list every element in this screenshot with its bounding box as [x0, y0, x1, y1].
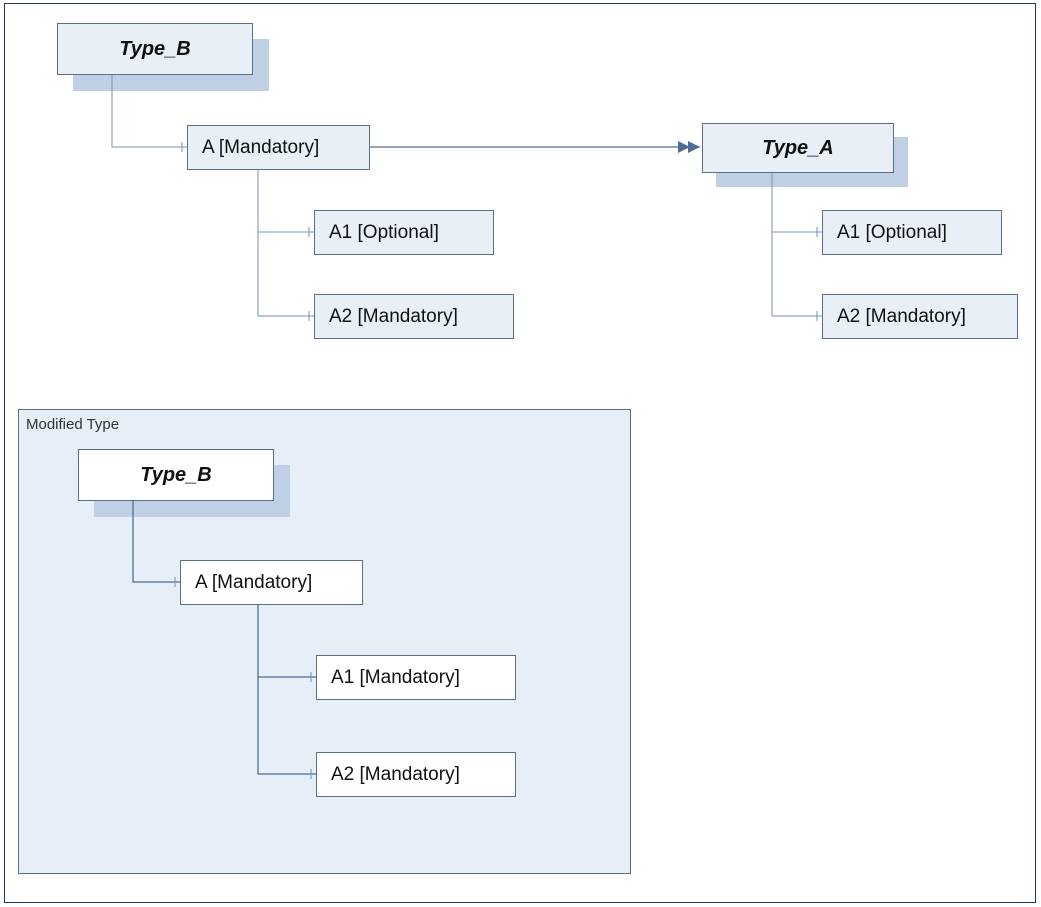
node-a2-label: A2 [Mandatory] — [329, 306, 458, 328]
panel-node-a1-label: A1 [Mandatory] — [331, 667, 460, 689]
type-b-box: Type_B — [57, 23, 253, 75]
node-a: A [Mandatory] — [187, 125, 370, 170]
panel-node-a2-label: A2 [Mandatory] — [331, 764, 460, 786]
node-a2: A2 [Mandatory] — [314, 294, 514, 339]
ta-node-a1: A1 [Optional] — [822, 210, 1002, 255]
panel-type-b-box: Type_B — [78, 449, 274, 501]
panel-node-a: A [Mandatory] — [180, 560, 363, 605]
type-a-label: Type_A — [762, 137, 834, 160]
ta-node-a1-label: A1 [Optional] — [837, 222, 947, 244]
diagram-frame: Type_B A [Mandatory] A1 [Optional] A2 [M… — [0, 0, 1041, 907]
type-b-label: Type_B — [119, 38, 191, 61]
ta-node-a2: A2 [Mandatory] — [822, 294, 1018, 339]
panel-node-a2: A2 [Mandatory] — [316, 752, 516, 797]
panel-title: Modified Type — [26, 416, 119, 433]
panel-node-a1: A1 [Mandatory] — [316, 655, 516, 700]
panel-type-b-label: Type_B — [140, 464, 212, 487]
node-a1: A1 [Optional] — [314, 210, 494, 255]
panel-node-a-label: A [Mandatory] — [195, 572, 312, 594]
type-a-box: Type_A — [702, 123, 894, 173]
node-a-label: A [Mandatory] — [202, 137, 319, 159]
node-a1-label: A1 [Optional] — [329, 222, 439, 244]
ta-node-a2-label: A2 [Mandatory] — [837, 306, 966, 328]
